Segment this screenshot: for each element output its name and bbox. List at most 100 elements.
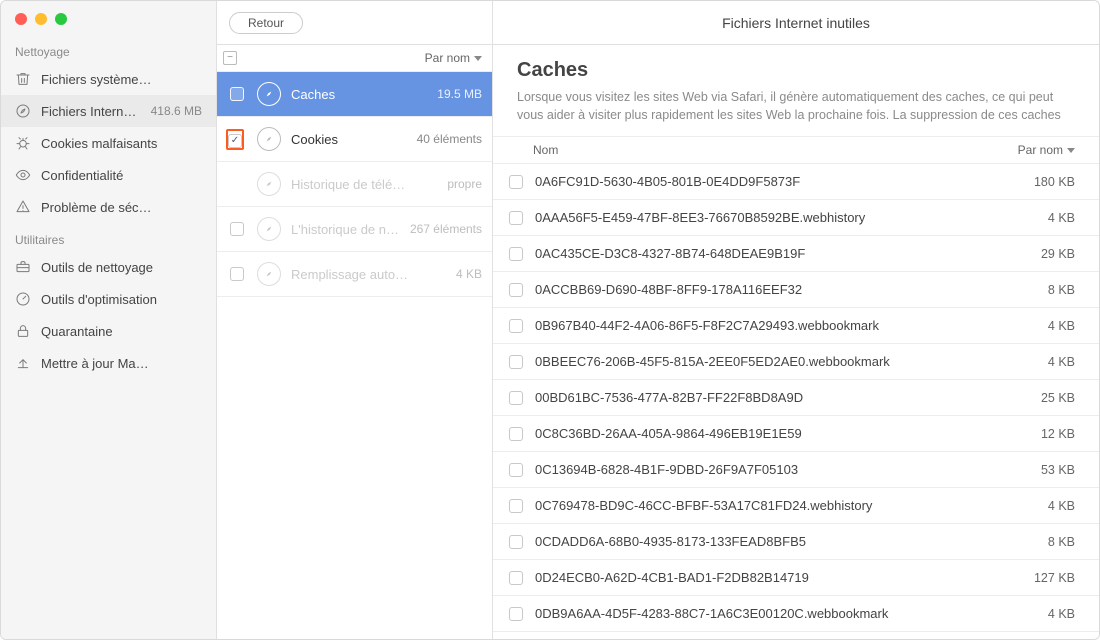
column-name-label: Nom xyxy=(533,143,558,157)
file-row[interactable]: 0DB9A6AA-4D5F-4283-88C7-1A6C3E00120C.web… xyxy=(493,596,1099,632)
category-sort-label: Par nom xyxy=(425,51,470,65)
file-size: 4 KB xyxy=(1048,319,1075,333)
file-sort[interactable]: Par nom xyxy=(1018,143,1075,157)
compass-icon xyxy=(257,82,281,106)
sidebar-item-fichiers-systeme[interactable]: Fichiers système… xyxy=(1,63,216,95)
sidebar-item-label: Outils d'optimisation xyxy=(41,292,202,307)
sidebar-section-label: Utilitaires xyxy=(1,223,216,251)
sidebar-item-label: Fichiers Internet i… xyxy=(41,104,141,119)
file-row[interactable]: 0AAA56F5-E459-47BF-8EE3-76670B8592BE.web… xyxy=(493,200,1099,236)
file-list-header: Nom Par nom xyxy=(493,136,1099,164)
minimize-window-icon[interactable] xyxy=(35,13,47,25)
window-title: Fichiers Internet inutiles xyxy=(722,15,870,31)
file-row[interactable]: 0CDADD6A-68B0-4935-8173-133FEAD8BFB58 KB xyxy=(493,524,1099,560)
sidebar-item-cookies-malfaisants[interactable]: Cookies malfaisants xyxy=(1,127,216,159)
sidebar-item-fichiers-internet[interactable]: Fichiers Internet i… 418.6 MB xyxy=(1,95,216,127)
bug-icon xyxy=(15,135,31,151)
category-label: Remplissage auto… xyxy=(291,267,446,282)
sidebar-item-outils-optimisation[interactable]: Outils d'optimisation xyxy=(1,283,216,315)
category-label: L'historique de na… xyxy=(291,222,400,237)
sidebar-item-label: Mettre à jour Ma… xyxy=(41,356,202,371)
file-checkbox[interactable] xyxy=(509,463,523,477)
gauge-icon xyxy=(15,291,31,307)
file-row[interactable]: 0D24ECB0-A62D-4CB1-BAD1-F2DB82B14719127 … xyxy=(493,560,1099,596)
file-name: 0C8C36BD-26AA-405A-9864-496EB19E1E59 xyxy=(535,426,1029,441)
compass-icon xyxy=(15,103,31,119)
file-size: 180 KB xyxy=(1034,175,1075,189)
file-checkbox[interactable] xyxy=(509,175,523,189)
sidebar-item-confidentialite[interactable]: Confidentialité xyxy=(1,159,216,191)
file-list[interactable]: 0A6FC91D-5630-4B05-801B-0E4DD9F5873F180 … xyxy=(493,164,1099,639)
toolbar: Retour xyxy=(217,1,492,45)
file-checkbox[interactable] xyxy=(509,319,523,333)
detail-header: Caches Lorsque vous visitez les sites We… xyxy=(493,45,1099,136)
file-size: 127 KB xyxy=(1034,571,1075,585)
file-checkbox[interactable] xyxy=(509,607,523,621)
sidebar-item-meta: 418.6 MB xyxy=(151,104,202,118)
category-checkbox[interactable] xyxy=(228,134,242,148)
category-item[interactable]: Caches 19.5 MB xyxy=(217,72,492,117)
warning-icon xyxy=(15,199,31,215)
file-row[interactable]: 0B967B40-44F2-4A06-86F5-F8F2C7A29493.web… xyxy=(493,308,1099,344)
file-checkbox[interactable] xyxy=(509,391,523,405)
category-sort[interactable]: Par nom xyxy=(425,51,482,65)
upload-icon xyxy=(15,355,31,371)
file-checkbox[interactable] xyxy=(509,427,523,441)
sidebar-item-label: Cookies malfaisants xyxy=(41,136,202,151)
back-button[interactable]: Retour xyxy=(229,12,303,34)
detail-title: Caches xyxy=(517,59,1075,82)
close-window-icon[interactable] xyxy=(15,13,27,25)
category-item[interactable]: L'historique de na… 267 éléments xyxy=(217,207,492,252)
sidebar-item-label: Problème de séc… xyxy=(41,200,202,215)
category-item[interactable]: Cookies40 éléments xyxy=(217,117,492,162)
toolbox-icon xyxy=(15,259,31,275)
file-checkbox[interactable] xyxy=(509,499,523,513)
file-checkbox[interactable] xyxy=(509,355,523,369)
file-row[interactable]: 0ACCBB69-D690-48BF-8FF9-178A116EEF328 KB xyxy=(493,272,1099,308)
file-checkbox[interactable] xyxy=(509,571,523,585)
sidebar: NettoyageFichiers système…Fichiers Inter… xyxy=(1,1,217,639)
category-item[interactable]: Remplissage auto…4 KB xyxy=(217,252,492,297)
window-title-bar: Fichiers Internet inutiles xyxy=(493,1,1099,45)
category-meta: 19.5 MB xyxy=(437,87,482,101)
compass-icon xyxy=(257,262,281,286)
file-checkbox[interactable] xyxy=(509,247,523,261)
file-size: 25 KB xyxy=(1041,391,1075,405)
file-row[interactable]: 0AC435CE-D3C8-4327-8B74-648DEAE9B19F29 K… xyxy=(493,236,1099,272)
collapse-toggle-icon[interactable]: − xyxy=(223,51,237,65)
sidebar-item-label: Fichiers système… xyxy=(41,72,202,87)
file-row[interactable]: 0BBEEC76-206B-45F5-815A-2EE0F5ED2AE0.web… xyxy=(493,344,1099,380)
file-checkbox[interactable] xyxy=(509,535,523,549)
sidebar-item-outils-nettoyage[interactable]: Outils de nettoyage xyxy=(1,251,216,283)
file-row[interactable]: 0C13694B-6828-4B1F-9DBD-26F9A7F0510353 K… xyxy=(493,452,1099,488)
category-checkbox[interactable] xyxy=(230,222,244,236)
file-size: 4 KB xyxy=(1048,607,1075,621)
maximize-window-icon[interactable] xyxy=(55,13,67,25)
sidebar-item-mettre-a-jour[interactable]: Mettre à jour Ma… xyxy=(1,347,216,379)
file-row[interactable]: 0C8C36BD-26AA-405A-9864-496EB19E1E5912 K… xyxy=(493,416,1099,452)
file-name: 0C769478-BD9C-46CC-BFBF-53A17C81FD24.web… xyxy=(535,498,1036,513)
file-name: 00BD61BC-7536-477A-82B7-FF22F8BD8A9D xyxy=(535,390,1029,405)
compass-icon xyxy=(257,127,281,151)
sidebar-item-label: Outils de nettoyage xyxy=(41,260,202,275)
detail-column: Fichiers Internet inutiles Caches Lorsqu… xyxy=(493,1,1099,639)
category-checkbox[interactable] xyxy=(230,87,244,101)
file-row[interactable]: 0A6FC91D-5630-4B05-801B-0E4DD9F5873F180 … xyxy=(493,164,1099,200)
file-name: 0DB9A6AA-4D5F-4283-88C7-1A6C3E00120C.web… xyxy=(535,606,1036,621)
lock-icon xyxy=(15,323,31,339)
file-checkbox[interactable] xyxy=(509,283,523,297)
file-name: 0CDADD6A-68B0-4935-8173-133FEAD8BFB5 xyxy=(535,534,1036,549)
category-item[interactable]: Historique de télé…propre xyxy=(217,162,492,207)
category-checkbox[interactable] xyxy=(230,267,244,281)
sidebar-item-probleme-securite[interactable]: Problème de séc… xyxy=(1,191,216,223)
file-row[interactable]: 00BD61BC-7536-477A-82B7-FF22F8BD8A9D 25 K… xyxy=(493,380,1099,416)
category-label: Caches xyxy=(291,87,427,102)
sidebar-item-quarantaine[interactable]: Quarantaine xyxy=(1,315,216,347)
category-header: − Par nom xyxy=(217,45,492,72)
file-checkbox[interactable] xyxy=(509,211,523,225)
trash-icon xyxy=(15,71,31,87)
category-meta: 267 éléments xyxy=(410,222,482,236)
category-column: Retour − Par nom Caches 19.5 MB Cookies40 … xyxy=(217,1,493,639)
sidebar-item-label: Quarantaine xyxy=(41,324,202,339)
file-row[interactable]: 0C769478-BD9C-46CC-BFBF-53A17C81FD24.web… xyxy=(493,488,1099,524)
